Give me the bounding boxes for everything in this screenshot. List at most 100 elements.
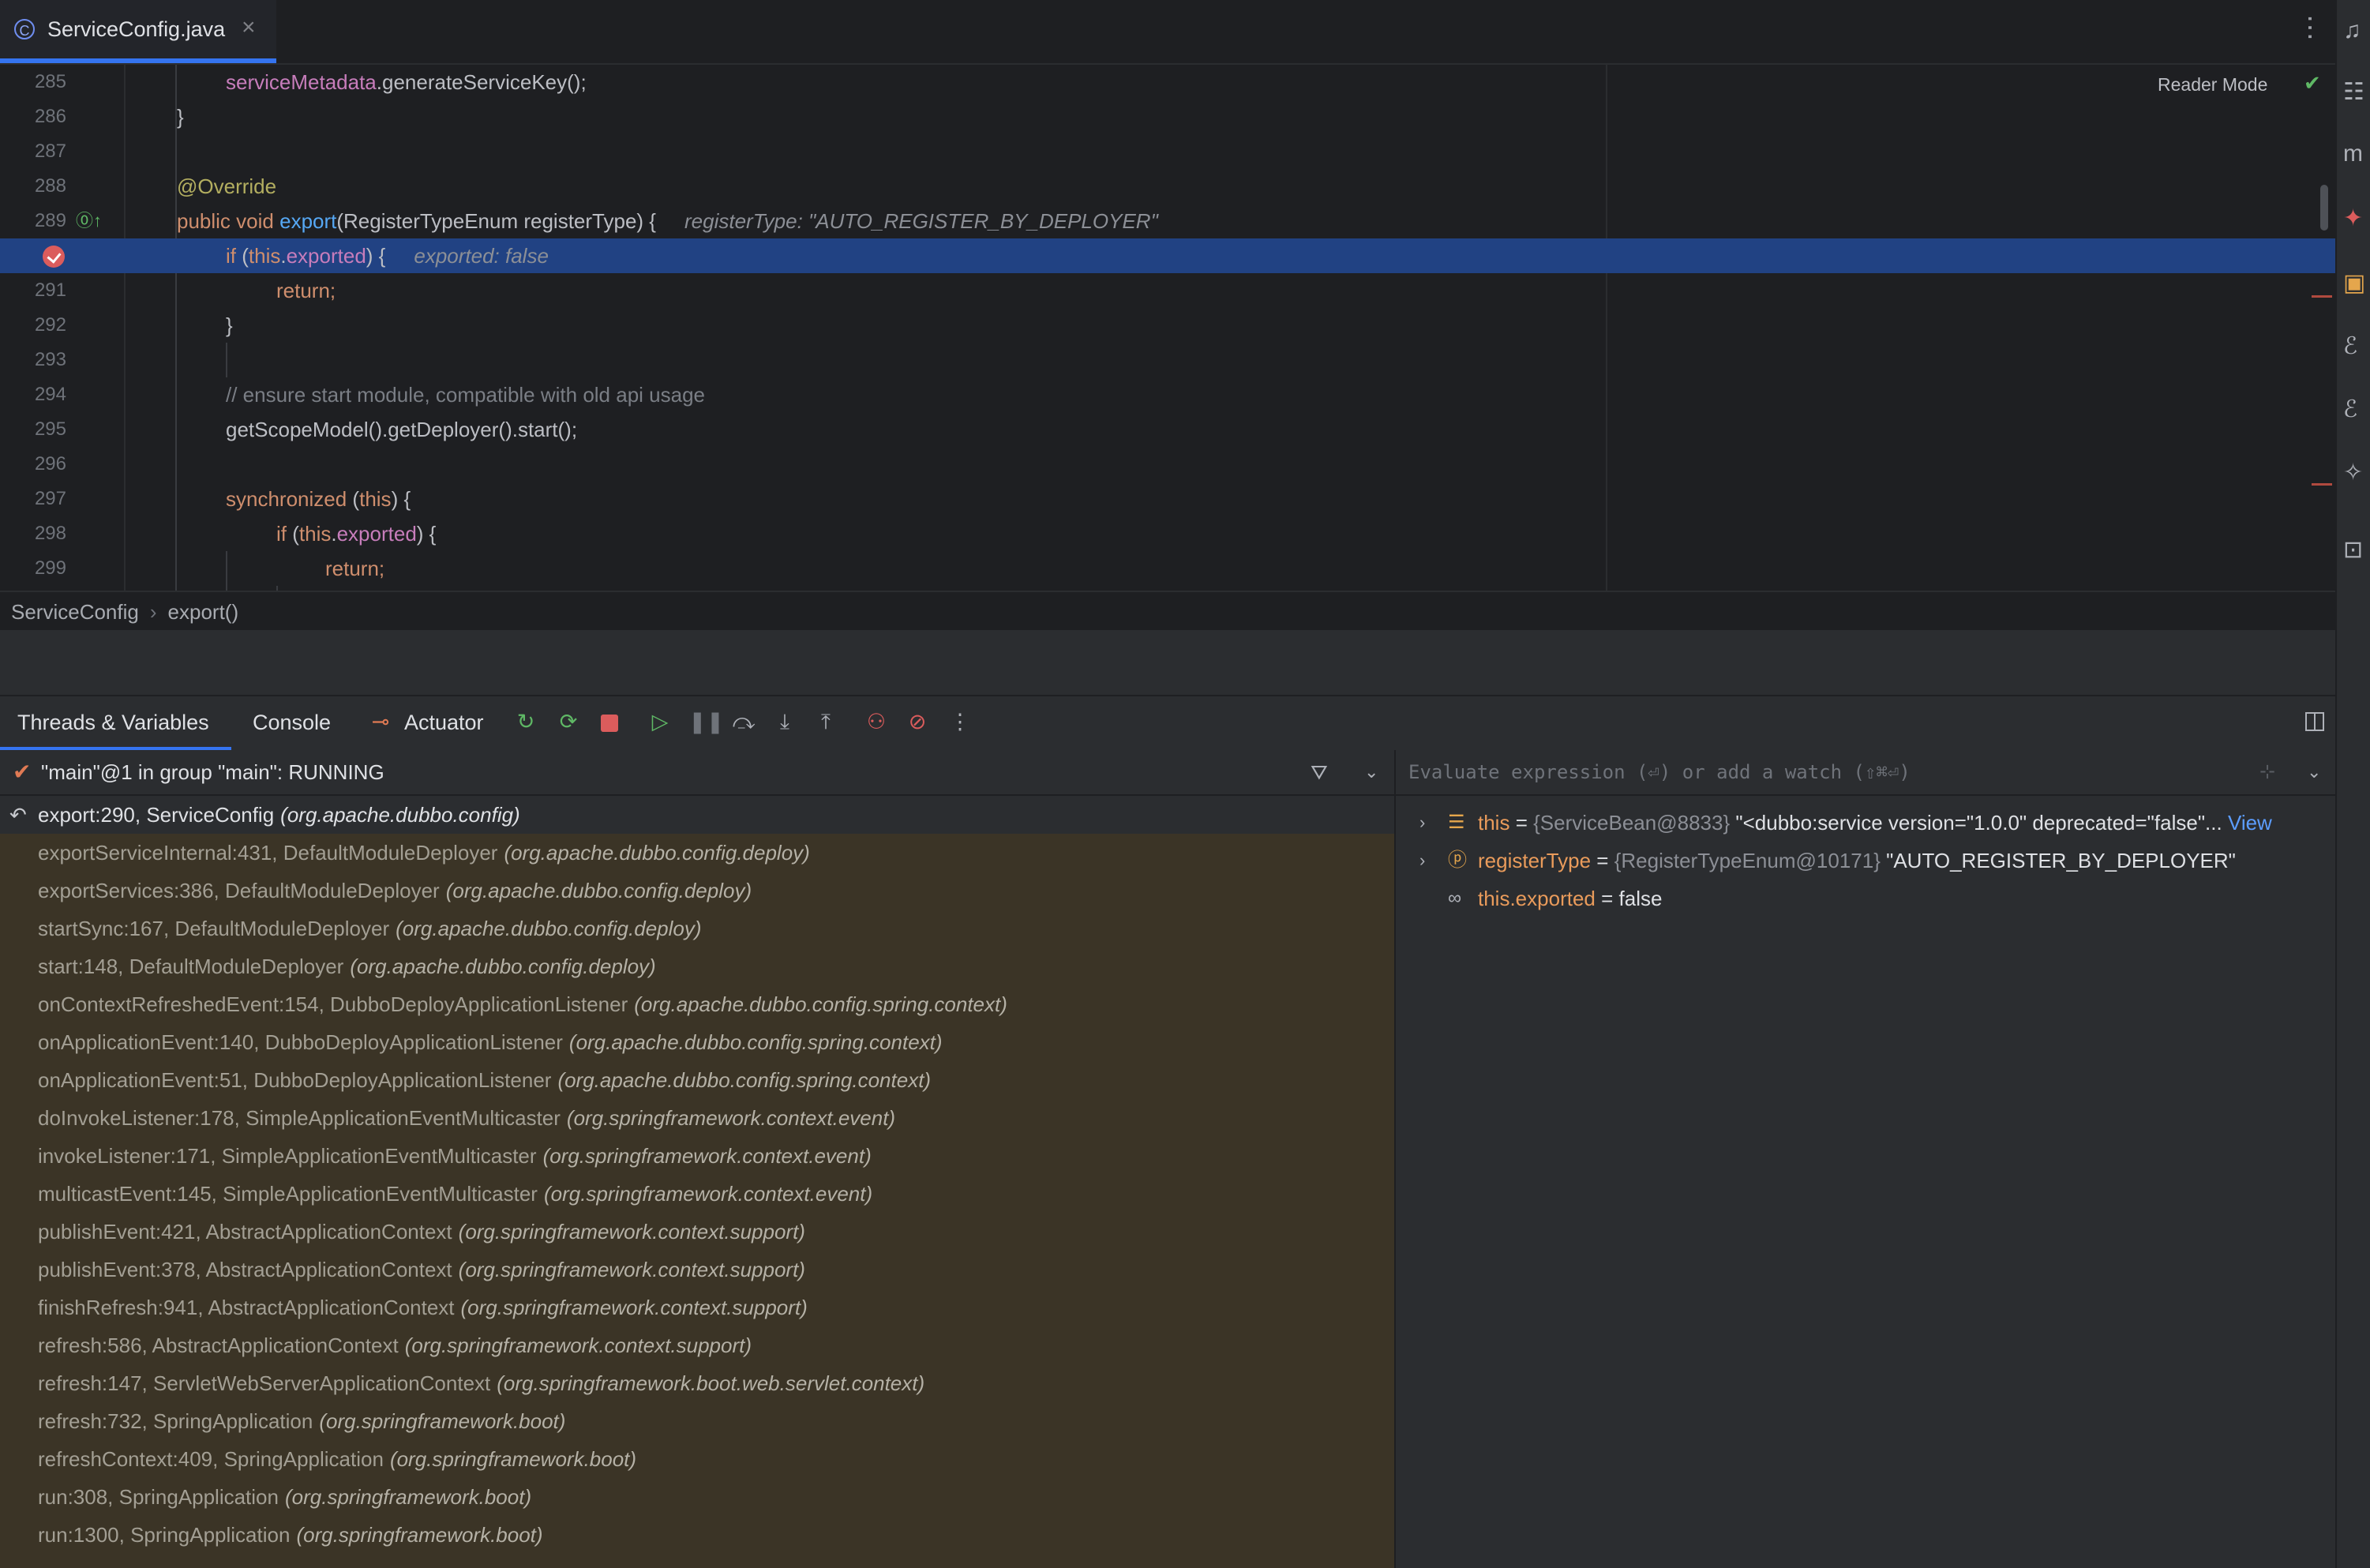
stack-frame[interactable]: run:308, SpringApplication (org.springfra… [0,1478,1394,1516]
breakpoint-icon[interactable] [43,246,65,268]
code-line[interactable]: 287 [0,134,2335,169]
breadcrumb-item-method[interactable]: export() [168,600,239,624]
stack-frames-list[interactable]: ↶ export:290, ServiceConfig (org.apache.du… [0,796,1394,1568]
pause-icon[interactable]: ❚❚ [688,707,724,736]
database-icon[interactable]: ☷ [2343,81,2367,104]
gradle-icon[interactable]: ✧ [2343,461,2367,485]
code-line[interactable]: 297 synchronized (this) { [0,482,2335,516]
stack-frame[interactable]: refresh:732, SpringApplication (org.sprin… [0,1402,1394,1440]
code-line[interactable]: 289 ⓪↑ public void export(RegisterTypeEn… [0,204,2335,238]
expand-arrow-icon[interactable]: › [1419,804,1425,842]
stack-frame[interactable]: onApplicationEvent:140, DubboDeployAppli… [0,1023,1394,1061]
resume-icon[interactable]: ▷ [646,707,674,736]
variable-row[interactable]: › ⓟ registerType = {RegisterTypeEnum@101… [1396,842,2335,880]
overrides-method-icon[interactable]: ⓪↑ [76,204,102,238]
stack-frame[interactable]: exportServices:386, DefaultModuleDeploye… [0,872,1394,910]
line-number: 285 [34,71,66,92]
endpoints-alt-icon[interactable]: ℰ [2343,398,2367,422]
frame-package: (org.apache.dubbo.config.spring.context) [634,992,1007,1016]
current-execution-line[interactable]: if (this.exported) {exported: false [0,238,2335,273]
stack-frame[interactable]: finishRefresh:941, AbstractApplicationCo… [0,1289,1394,1326]
code-text: if (this.exported) {exported: false [226,244,549,268]
stack-frame[interactable]: refresh:586, AbstractApplicationContext(… [0,1326,1394,1364]
plugin-icon[interactable]: ✦ [2343,207,2367,231]
tab-serviceconfig-java[interactable]: C ServiceConfig.java × [0,0,276,63]
stack-frame[interactable]: multicastEvent:145, SimpleApplicationEve… [0,1175,1394,1213]
more-actions-icon[interactable]: ⋮ [946,707,974,736]
line-number: 294 [34,384,66,405]
error-stripe-marker[interactable] [2312,295,2332,298]
assistant-icon[interactable]: ⊡ [2343,538,2367,562]
stack-frame[interactable]: onApplicationEvent:51, DubboDeployApplic… [0,1061,1394,1099]
filter-icon[interactable]: ⛛ [1311,750,1328,794]
code-line[interactable]: 285 serviceMetadata.generateServiceKey()… [0,65,2335,99]
code-line[interactable]: 299 return; [0,551,2335,586]
code-line[interactable]: 296 [0,447,2335,482]
frame-package: (org.springframework.context.support) [458,1258,805,1281]
tab-console[interactable]: Console [253,711,331,735]
view-link[interactable]: View [2222,811,2272,835]
code-line[interactable]: 288 @Override [0,169,2335,204]
frame-label: publishEvent:421, AbstractApplicationCon… [38,1213,805,1251]
reader-mode-button[interactable]: Reader Mode [2158,74,2267,96]
field-icon: ☰ [1448,812,1465,833]
stack-frame[interactable]: publishEvent:421, AbstractApplicationCon… [0,1213,1394,1251]
stack-frame[interactable]: run:1300, SpringApplication (org.springfr… [0,1516,1394,1554]
line-number: 296 [34,453,66,475]
variables-tree[interactable]: › ☰ this = {ServiceBean@8833} "<dubbo:se… [1396,796,2335,1568]
stack-frame[interactable]: exportServiceInternal:431, DefaultModule… [0,834,1394,872]
step-over-icon[interactable]: ⤼ [729,707,758,736]
code-line[interactable]: 298 if (this.exported) { [0,516,2335,551]
view-breakpoints-icon[interactable]: ⚇ [862,707,891,736]
evaluate-expression-field[interactable]: Evaluate expression (⏎) or add a watch (… [1396,750,2335,796]
thread-selector[interactable]: ✔ "main"@1 in group "main": RUNNING ⛛ ⌄ [0,750,1394,796]
stack-frame[interactable]: doInvokeListener:178, SimpleApplicationE… [0,1099,1394,1137]
code-editor[interactable]: 285 serviceMetadata.generateServiceKey()… [0,65,2335,591]
frame-method: invokeListener:171, SimpleApplicationEve… [38,1144,537,1168]
variable-row[interactable]: › ☰ this = {ServiceBean@8833} "<dubbo:se… [1396,804,2335,842]
editor-scrollbar[interactable] [2320,185,2328,231]
endpoints-icon[interactable]: ℰ [2343,335,2367,358]
tab-actuator[interactable]: Actuator [404,711,484,735]
chevron-down-icon[interactable]: ⌄ [1364,750,1378,794]
mute-breakpoints-icon[interactable]: ⊘ [903,707,932,736]
stack-frame[interactable]: refreshContext:409, SpringApplication (or… [0,1440,1394,1478]
code-line[interactable]: 294 // ensure start module, compatible w… [0,377,2335,412]
code-line[interactable]: 286 } [0,99,2335,134]
package-icon[interactable]: ▣ [2343,272,2367,295]
add-watch-icon[interactable]: ⊹ [2259,750,2275,794]
maven-icon[interactable]: m [2343,142,2367,166]
notifications-icon[interactable]: ♫ [2343,19,2367,43]
code-line[interactable]: 295 getScopeModel().getDeployer().start(… [0,412,2335,447]
code-line[interactable]: 293 [0,343,2335,377]
step-out-icon[interactable]: ⤒ [812,707,840,736]
stack-frame[interactable]: invokeListener:171, SimpleApplicationEve… [0,1137,1394,1175]
inline-value-hint: registerType: "AUTO_REGISTER_BY_DEPLOYER… [684,209,1158,233]
current-stack-frame[interactable]: ↶ export:290, ServiceConfig (org.apache.du… [0,796,1394,834]
code-line[interactable]: 291 return; [0,273,2335,308]
rerun-icon[interactable]: ↻ [512,707,540,736]
watch-row[interactable]: ∞ this.exported = false [1396,880,2335,917]
breadcrumb-item-class[interactable]: ServiceConfig [11,600,139,624]
chevron-down-icon[interactable]: ⌄ [2307,750,2321,794]
more-options-icon[interactable]: ⋯ [2294,14,2326,41]
frame-package: (org.springframework.context.support) [460,1296,808,1319]
error-stripe-marker[interactable] [2312,483,2332,486]
restart-icon[interactable]: ⟳ [554,707,583,736]
stack-frame[interactable]: refresh:147, ServletWebServerApplication… [0,1364,1394,1402]
code-line[interactable]: 292 } [0,308,2335,343]
stop-icon[interactable] [595,707,624,736]
frame-package: (org.apache.dubbo.config.deploy) [504,841,810,865]
frame-method: refresh:586, AbstractApplicationContext [38,1334,399,1357]
stack-frame[interactable]: onContextRefreshedEvent:154, DubboDeploy… [0,985,1394,1023]
layout-settings-icon[interactable] [2305,712,2324,731]
frame-label: start:148, DefaultModuleDeployer (org.apa… [38,947,656,985]
stack-frame[interactable]: publishEvent:378, AbstractApplicationCon… [0,1251,1394,1289]
tab-threads-variables[interactable]: Threads & Variables [0,711,231,750]
step-into-icon[interactable]: ⤓ [771,707,799,736]
no-problems-check-icon[interactable]: ✔ [2304,71,2321,96]
expand-arrow-icon[interactable]: › [1419,842,1425,880]
close-icon[interactable]: × [242,14,256,41]
stack-frame[interactable]: startSync:167, DefaultModuleDeployer (org… [0,910,1394,947]
stack-frame[interactable]: start:148, DefaultModuleDeployer (org.apa… [0,947,1394,985]
